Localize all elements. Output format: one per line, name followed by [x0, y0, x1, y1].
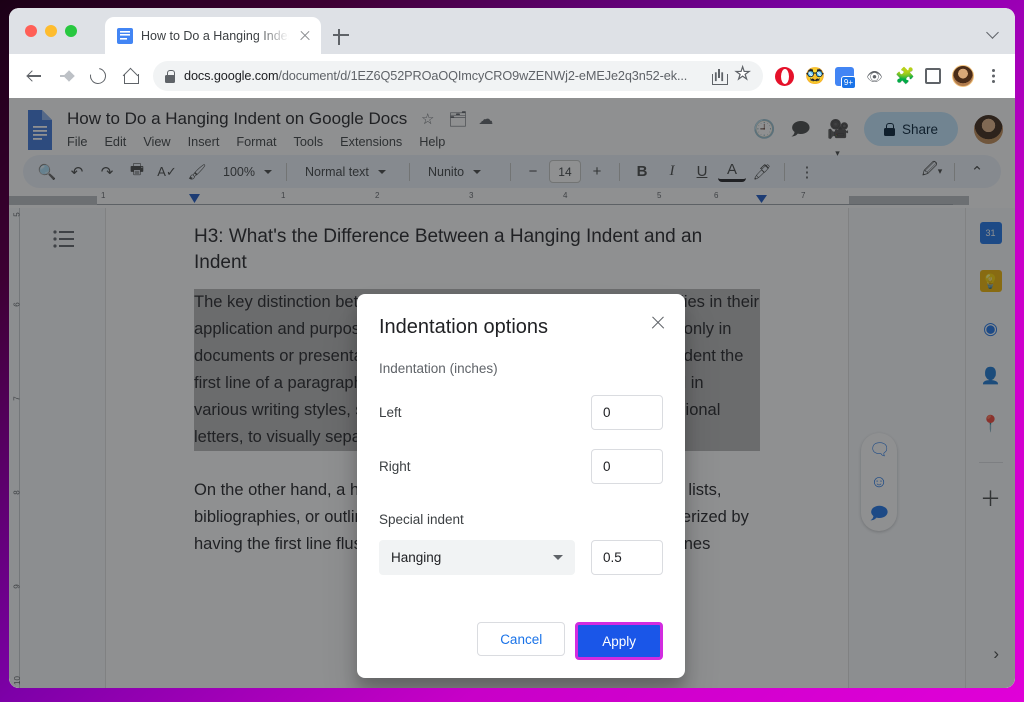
special-indent-amount-input[interactable]: 0.5 — [591, 540, 663, 575]
dialog-actions: Cancel Apply — [379, 622, 663, 660]
lock-icon — [165, 70, 175, 83]
new-tab-button[interactable] — [331, 25, 351, 45]
url-path: /document/d/1EZ6Q52PROaOQImcyCRO9wZENWj2… — [278, 69, 688, 83]
apply-button[interactable]: Apply — [575, 622, 663, 660]
browser-toolbar: docs.google.com/document/d/1EZ6Q52PROaOQ… — [9, 54, 1015, 98]
left-indent-input[interactable]: 0 — [591, 395, 663, 430]
side-panel-icon[interactable] — [925, 68, 941, 84]
right-indent-input[interactable]: 0 — [591, 449, 663, 484]
left-indent-row: Left 0 — [379, 395, 663, 430]
back-button[interactable] — [19, 61, 49, 91]
right-indent-label: Right — [379, 459, 411, 474]
chrome-menu-icon[interactable] — [985, 68, 1001, 84]
special-indent-dropdown[interactable]: Hanging — [379, 540, 575, 575]
dialog-title: Indentation options — [379, 316, 549, 338]
chevron-down-icon — [553, 555, 563, 560]
address-bar[interactable]: docs.google.com/document/d/1EZ6Q52PROaOQ… — [153, 61, 763, 91]
indentation-label-bold: Indentation — [379, 361, 446, 376]
browser-tab-strip: How to Do a Hanging Indent on — [9, 8, 1015, 54]
puzzle-extension-icon[interactable]: 🧩 — [895, 67, 915, 86]
indentation-options-dialog: Indentation options Indentation (inches)… — [357, 294, 685, 678]
minimize-window-button[interactable] — [45, 25, 57, 37]
forward-button[interactable] — [51, 61, 81, 91]
indentation-section-label: Indentation (inches) — [379, 361, 663, 376]
extension-icons: 🥸 👁 🧩 — [771, 65, 1005, 89]
profile-avatar[interactable] — [952, 65, 974, 87]
maximize-window-button[interactable] — [65, 25, 77, 37]
bookmark-star-icon[interactable] — [735, 64, 751, 84]
url-domain: docs.google.com — [184, 69, 279, 83]
mask-extension-icon[interactable]: 🥸 — [805, 67, 825, 86]
close-window-button[interactable] — [25, 25, 37, 37]
google-tag-assistant-icon[interactable] — [835, 66, 856, 89]
reload-button[interactable] — [83, 61, 113, 91]
left-indent-label: Left — [379, 405, 402, 420]
google-docs-favicon — [117, 27, 133, 44]
opera-icon[interactable] — [775, 66, 794, 86]
right-indent-row: Right 0 — [379, 449, 663, 484]
url-text: docs.google.com/document/d/1EZ6Q52PROaOQ… — [184, 69, 703, 83]
cancel-button[interactable]: Cancel — [477, 622, 566, 656]
browser-tab[interactable]: How to Do a Hanging Indent on — [105, 17, 321, 54]
tab-title: How to Do a Hanging Indent on — [141, 28, 289, 43]
special-indent-row: Hanging 0.5 — [379, 540, 663, 575]
eye-icon[interactable]: 👁 — [865, 67, 884, 86]
chevron-down-icon[interactable] — [987, 26, 999, 38]
google-docs-app: How to Do a Hanging Indent on Google Doc… — [9, 98, 1015, 688]
tab-close-icon[interactable] — [297, 28, 313, 44]
indentation-label-units: (inches) — [449, 361, 498, 376]
special-indent-label: Special indent — [379, 512, 464, 527]
special-indent-value: Hanging — [391, 550, 442, 565]
window-controls[interactable] — [25, 25, 77, 37]
browser-window: How to Do a Hanging Indent on docs.googl… — [9, 8, 1015, 688]
share-page-icon[interactable] — [712, 68, 728, 85]
close-icon[interactable] — [649, 314, 667, 332]
screen-frame: How to Do a Hanging Indent on docs.googl… — [0, 0, 1024, 702]
home-button[interactable] — [115, 61, 145, 91]
